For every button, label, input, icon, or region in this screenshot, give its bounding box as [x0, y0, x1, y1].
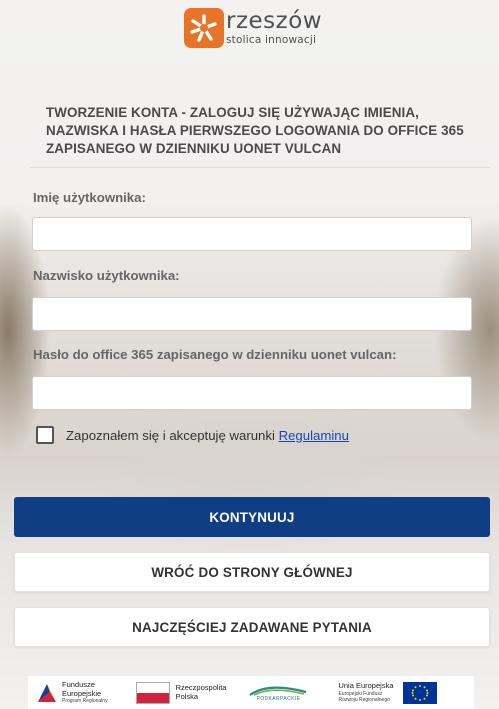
eu-line-3: Rozwoju Regionalnego — [338, 696, 390, 703]
podkarpackie-text: PODKARPACKIE — [256, 695, 301, 702]
fe-sub: Program Regionalny — [62, 698, 108, 704]
brand-name: rzeszów — [226, 8, 323, 35]
first-name-label: Imię użytkownika: — [33, 190, 146, 205]
page-heading: TWORZENIE KONTA - ZALOGUJ SIĘ UŻYWAJĄC I… — [46, 105, 464, 156]
last-name-input[interactable] — [32, 297, 472, 331]
continue-button[interactable]: KONTYNUUJ — [14, 497, 490, 537]
poland-flag-icon — [135, 681, 170, 704]
terms-text: Zapoznałem się i akceptuję warunki — [66, 428, 279, 443]
last-name-label: Nazwisko użytkownika: — [33, 268, 180, 283]
terms-consent: Zapoznałem się i akceptuję warunki Regul… — [66, 428, 349, 443]
rzeszow-logo-icon — [184, 8, 224, 48]
podkarpackie-wave-icon — [249, 686, 307, 696]
rp-logo: Rzeczpospolita Polska — [108, 676, 226, 709]
password-input[interactable] — [32, 376, 472, 410]
fe-title-2: Europejskie — [62, 688, 102, 698]
divider — [30, 167, 490, 168]
eu-flag-icon — [403, 681, 438, 704]
rzeszow-logo: rzeszów stolica innowacji — [184, 6, 322, 50]
eu-line-1: Unia Europejska — [338, 681, 394, 691]
faq-button[interactable]: NAJCZĘŚCIEJ ZADAWANE PYTANIA — [14, 607, 490, 647]
terms-link[interactable]: Regulaminu — [279, 428, 349, 443]
back-to-home-button[interactable]: WRÓĆ DO STRONY GŁÓWNEJ — [14, 552, 490, 592]
fe-star-icon — [36, 681, 58, 704]
eu-logo: Unia Europejska Europejski Fundusz Rozwo… — [338, 676, 438, 709]
brand-tagline: stolica innowacji — [226, 34, 317, 47]
fe-logo: Fundusze Europejskie Program Regionalny — [28, 676, 108, 709]
password-label: Hasło do office 365 zapisanego w dzienni… — [33, 347, 397, 362]
first-name-input[interactable] — [32, 217, 472, 251]
terms-checkbox[interactable] — [36, 426, 54, 444]
login-panel: rzeszów stolica innowacji TWORZENIE KONT… — [0, 0, 499, 709]
funding-logos: Fundusze Europejskie Program Regionalny … — [28, 676, 474, 709]
rp-line-2: Polska — [175, 691, 199, 701]
podkarpackie-logo: PODKARPACKIE — [248, 676, 308, 709]
